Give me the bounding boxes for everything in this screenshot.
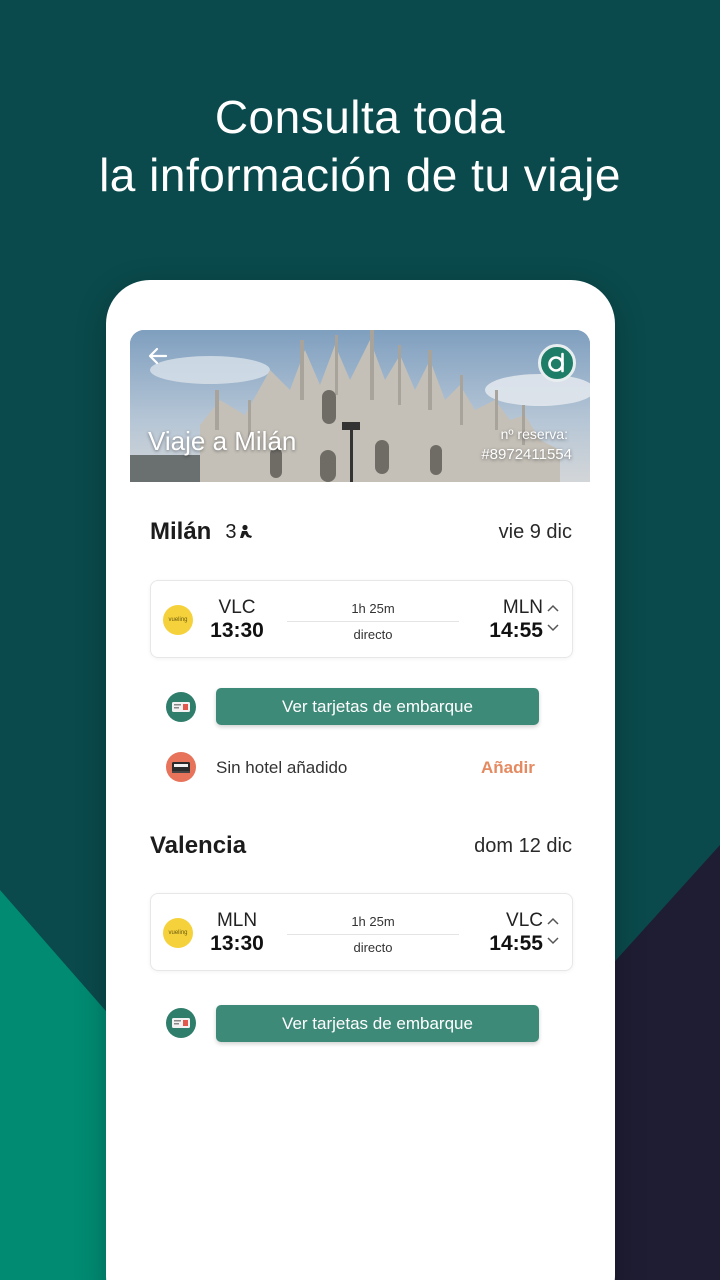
boarding-pass-icon — [166, 692, 196, 722]
arrival-time: 14:55 — [489, 619, 543, 642]
headline: Consulta toda la información de tu viaje — [0, 88, 720, 204]
back-arrow-icon[interactable] — [146, 344, 174, 372]
passenger-count: 3 — [225, 521, 253, 544]
arrival-code: VLC — [506, 910, 543, 931]
flight-stops: directo — [353, 940, 393, 955]
reservation-label: nº reserva: — [500, 426, 568, 442]
no-hotel-text: Sin hotel añadido — [216, 758, 348, 777]
segment-date: dom 12 dic — [474, 834, 572, 857]
arrival-code: MLN — [502, 597, 543, 618]
add-hotel-link[interactable]: Añadir — [481, 758, 535, 778]
route-divider — [287, 621, 459, 622]
hotel-bed-icon — [166, 752, 196, 782]
phone-frame: Viaje a Milán nº reserva: #8972411554 Mi… — [106, 280, 615, 1280]
reservation-number: #8972411554 — [481, 446, 572, 463]
airline-logo: vueling — [163, 918, 193, 948]
app-logo-icon — [538, 344, 576, 382]
departure-time: 13:30 — [210, 619, 264, 642]
segment-city: Milán — [150, 518, 212, 545]
segment-header-milan: Milán 3 vie 9 dic — [150, 516, 572, 548]
arrival-time: 14:55 — [489, 932, 543, 955]
flight-duration: 1h 25m — [351, 914, 395, 929]
chevron-down-icon[interactable] — [547, 619, 559, 635]
segment-header-valencia: Valencia dom 12 dic — [150, 830, 572, 862]
person-icon — [240, 524, 253, 538]
airline-logo: vueling — [163, 605, 193, 635]
segment-date: vie 9 dic — [498, 520, 572, 543]
chevron-down-icon[interactable] — [547, 932, 559, 948]
departure-code: VLC — [218, 597, 256, 618]
trip-hero-image: Viaje a Milán nº reserva: #8972411554 — [130, 330, 590, 482]
flight-card[interactable]: vueling VLC 13:30 1h 25m directo MLN 14:… — [150, 580, 573, 658]
flight-stops: directo — [353, 627, 393, 642]
headline-line-1: Consulta toda — [214, 91, 506, 143]
flight-card[interactable]: vueling MLN 13:30 1h 25m directo VLC 14:… — [150, 893, 573, 971]
segment-city: Valencia — [150, 832, 247, 859]
view-boarding-passes-button[interactable]: Ver tarjetas de embarque — [216, 688, 539, 725]
trip-title: Viaje a Milán — [148, 426, 297, 456]
chevron-up-icon[interactable] — [547, 599, 559, 615]
passenger-count-value: 3 — [225, 520, 237, 543]
view-boarding-passes-button[interactable]: Ver tarjetas de embarque — [216, 1005, 539, 1042]
chevron-up-icon[interactable] — [547, 912, 559, 928]
boarding-pass-icon — [166, 1008, 196, 1038]
headline-line-2: la información de tu viaje — [99, 149, 621, 201]
departure-code: MLN — [216, 910, 258, 931]
flight-duration: 1h 25m — [351, 601, 395, 616]
departure-time: 13:30 — [210, 932, 264, 955]
route-divider — [287, 934, 459, 935]
